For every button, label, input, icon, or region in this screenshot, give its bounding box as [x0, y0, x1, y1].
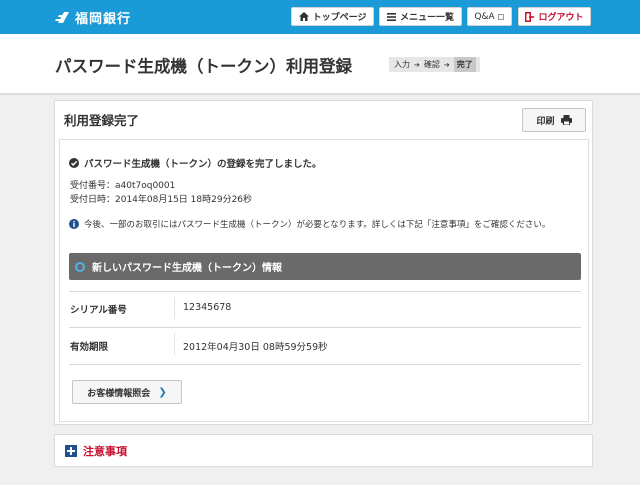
- plus-icon: [65, 444, 77, 457]
- serial-number-value: 12345678: [183, 302, 232, 313]
- step-input: 入力: [394, 60, 410, 69]
- step-arrow-icon: ➔: [443, 60, 450, 69]
- expiry-label: 有効期限: [70, 342, 109, 353]
- notice-message: 今後、一部のお取引にはパスワード生成機（トークン）が必要となります。詳しくは下記…: [69, 218, 550, 230]
- step-indicator: 入力 ➔ 確認 ➔ 完了: [389, 57, 480, 72]
- customer-info-label: お客様情報照会: [87, 388, 151, 399]
- menu-list-button[interactable]: メニュー一覧: [379, 7, 462, 26]
- column-divider: [174, 333, 175, 355]
- row-divider: [69, 327, 581, 328]
- menu-list-label: メニュー一覧: [399, 13, 454, 23]
- result-box: パスワード生成機（トークン）の登録を完了しました。 受付番号：a40t7oq00…: [59, 139, 589, 422]
- expiry-value: 2012年04月30日 08時59分59秒: [183, 342, 328, 353]
- home-icon: [298, 12, 309, 21]
- registration-complete-panel: 利用登録完了 印刷 パスワード生成機（トークン）の登録を完了しました。 受付番号…: [54, 100, 593, 425]
- customer-info-button[interactable]: お客様情報照会 ❯: [72, 380, 182, 404]
- row-divider: [69, 364, 581, 365]
- title-band: パスワード生成機（トークン）利用登録 入力 ➔ 確認 ➔ 完了: [0, 34, 640, 95]
- logout-icon: [525, 11, 535, 22]
- serial-number-label: シリアル番号: [70, 305, 127, 316]
- site-header: 福岡銀行 トップページ メニュー一覧 Q&A ログアウト: [0, 0, 640, 34]
- step-complete: 完了: [453, 57, 476, 72]
- logout-button[interactable]: ログアウト: [518, 7, 591, 26]
- menu-icon: [386, 12, 396, 21]
- check-circle-icon: [69, 158, 79, 168]
- print-button[interactable]: 印刷: [522, 108, 586, 132]
- completion-message: パスワード生成機（トークン）の登録を完了しました。: [69, 156, 322, 170]
- qa-button[interactable]: Q&A: [467, 7, 512, 26]
- step-confirm: 確認: [423, 60, 440, 69]
- external-window-icon: [497, 14, 504, 20]
- token-info-heading: 新しいパスワード生成機（トークン）情報: [69, 253, 581, 280]
- page-title: パスワード生成機（トークン）利用登録: [55, 57, 352, 76]
- logout-label: ログアウト: [538, 13, 584, 23]
- ring-icon: [75, 261, 85, 272]
- column-divider: [174, 297, 175, 319]
- step-arrow-icon: ➔: [414, 60, 420, 69]
- receipt-number: 受付番号：a40t7oq0001: [70, 181, 176, 191]
- qa-label: Q&A: [474, 11, 495, 22]
- bank-logo[interactable]: 福岡銀行: [55, 8, 132, 27]
- completion-text: パスワード生成機（トークン）の登録を完了しました。: [84, 159, 322, 170]
- bank-logo-icon: [55, 12, 69, 23]
- chevron-right-icon: ❯: [158, 386, 167, 398]
- info-icon: [69, 219, 79, 229]
- top-page-button[interactable]: トップページ: [291, 7, 374, 26]
- notice-text: 今後、一部のお取引にはパスワード生成機（トークン）が必要となります。詳しくは下記…: [84, 220, 551, 230]
- print-label: 印刷: [536, 116, 555, 127]
- caution-accordion[interactable]: 注意事項: [54, 434, 593, 467]
- printer-icon: [560, 115, 572, 125]
- row-divider: [69, 291, 581, 292]
- section-title: 利用登録完了: [64, 113, 140, 128]
- top-page-label: トップページ: [312, 13, 367, 23]
- caution-label: 注意事項: [83, 444, 127, 458]
- token-heading-text: 新しいパスワード生成機（トークン）情報: [92, 263, 282, 274]
- receipt-datetime: 受付日時：2014年08月15日 18時29分26秒: [70, 195, 253, 205]
- bank-name: 福岡銀行: [75, 11, 132, 27]
